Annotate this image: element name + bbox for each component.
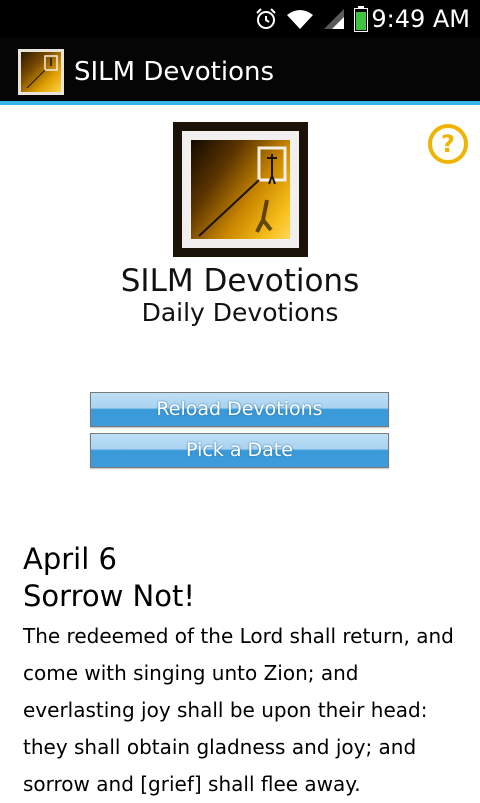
app-icon[interactable]	[18, 49, 64, 95]
pick-a-date-button[interactable]: Pick a Date	[90, 433, 389, 468]
reload-devotions-button[interactable]: Reload Devotions	[90, 392, 389, 427]
status-bar: 9:49 AM	[0, 0, 480, 38]
help-icon[interactable]: ?	[428, 124, 468, 164]
app-title: SILM Devotions	[74, 57, 275, 87]
wifi-icon	[287, 10, 313, 29]
page-title: SILM Devotions	[120, 263, 360, 299]
battery-icon	[354, 6, 368, 32]
alarm-icon	[256, 8, 276, 29]
devotion-date: April 6	[23, 542, 117, 576]
status-icons	[254, 6, 368, 32]
action-bar-divider	[0, 101, 480, 105]
action-bar: SILM Devotions	[0, 38, 480, 105]
page-subtitle: Daily Devotions	[141, 298, 339, 327]
devotion-body: The redeemed of the Lord shall return, a…	[23, 624, 454, 796]
devotions-logo	[173, 122, 308, 257]
status-time: 9:49 AM	[371, 5, 470, 33]
devotion-title: Sorrow Not!	[23, 579, 195, 613]
signal-icon	[324, 9, 344, 29]
